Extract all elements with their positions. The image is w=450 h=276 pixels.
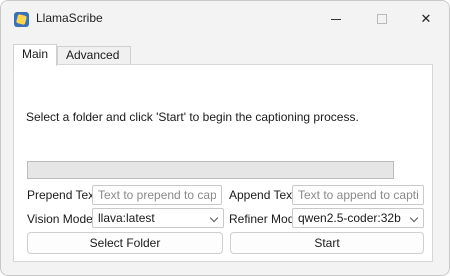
start-button[interactable]: Start <box>230 232 424 254</box>
minimize-icon <box>331 18 341 20</box>
instructions-text: Select a folder and click 'Start' to beg… <box>26 110 359 124</box>
vision-model-select[interactable]: llava:latest <box>92 208 224 228</box>
window-title: LlamaScribe <box>36 11 103 25</box>
select-folder-button[interactable]: Select Folder <box>27 232 223 254</box>
tab-advanced[interactable]: Advanced <box>57 46 131 65</box>
tab-main[interactable]: Main <box>13 44 57 66</box>
chevron-down-icon <box>209 213 219 223</box>
append-text-input[interactable] <box>292 185 424 205</box>
vision-model-value: llava:latest <box>98 211 155 225</box>
app-window: LlamaScribe ✕ Main Advanced Select a fol… <box>0 0 450 276</box>
chevron-down-icon <box>409 213 419 223</box>
prepend-text-label: Prepend Text: <box>27 188 101 202</box>
close-button[interactable]: ✕ <box>403 1 449 37</box>
refiner-model-select[interactable]: qwen2.5-coder:32b <box>292 208 424 228</box>
append-text-label: Append Text: <box>229 188 299 202</box>
minimize-button[interactable] <box>313 1 359 37</box>
progress-bar <box>27 161 394 179</box>
close-icon: ✕ <box>420 11 432 26</box>
vision-model-label: Vision Model: <box>27 212 99 226</box>
title-bar[interactable]: LlamaScribe ✕ <box>1 1 449 37</box>
maximize-icon <box>377 14 387 24</box>
prepend-text-input[interactable] <box>92 185 222 205</box>
maximize-button[interactable] <box>359 1 405 37</box>
refiner-model-value: qwen2.5-coder:32b <box>298 211 401 225</box>
app-logo-icon <box>14 12 29 27</box>
main-tab-panel: Select a folder and click 'Start' to beg… <box>13 64 433 262</box>
